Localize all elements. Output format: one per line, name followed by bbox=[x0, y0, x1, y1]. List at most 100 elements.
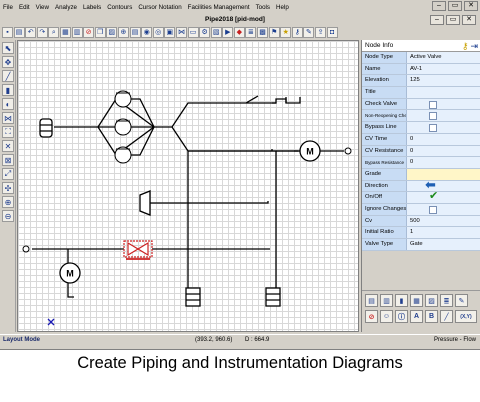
print-icon[interactable]: ▥ bbox=[71, 26, 83, 38]
valve-icon[interactable]: ⋈ bbox=[175, 26, 187, 38]
valve-tool-icon[interactable]: ⋈ bbox=[2, 112, 14, 124]
bar-chart-icon[interactable]: ▥ bbox=[380, 294, 393, 307]
menu-file[interactable]: File bbox=[0, 4, 16, 11]
node-info-value[interactable]: 500 bbox=[407, 215, 480, 227]
pump-tool-icon[interactable]: ◐ bbox=[2, 98, 14, 110]
open-icon[interactable]: ▤ bbox=[13, 26, 25, 38]
drawing-canvas[interactable]: M M bbox=[17, 40, 359, 332]
map-icon[interactable]: ▩ bbox=[257, 26, 269, 38]
zoom-icon[interactable]: ⊕ bbox=[117, 26, 129, 38]
image-icon[interactable]: ▨ bbox=[425, 294, 438, 307]
node-info-value[interactable]: ⬅ bbox=[407, 178, 480, 192]
node-info-value[interactable]: Gate bbox=[407, 239, 480, 250]
find-icon[interactable]: ⌕ bbox=[48, 26, 60, 38]
outer-minimize-button[interactable]: – bbox=[432, 1, 446, 11]
label-icon[interactable]: ▭ bbox=[187, 26, 199, 38]
node-info-value[interactable]: 0 bbox=[407, 133, 480, 145]
checkbox[interactable] bbox=[429, 112, 437, 121]
note-icon[interactable]: ✎ bbox=[455, 294, 468, 307]
left-arrow-icon[interactable]: ⬅ bbox=[425, 178, 436, 191]
undo-icon[interactable]: ↶ bbox=[25, 26, 37, 38]
chart-icon[interactable]: ▨ bbox=[106, 26, 118, 38]
menu-contours[interactable]: Contours bbox=[104, 4, 135, 11]
stop-icon[interactable]: ⊘ bbox=[365, 310, 378, 323]
node-info-value[interactable] bbox=[407, 110, 480, 122]
outer-restore-button[interactable]: ▭ bbox=[448, 1, 462, 11]
chart-icon[interactable]: ▤ bbox=[365, 294, 378, 307]
node-info-value[interactable] bbox=[407, 98, 480, 110]
text-b-button[interactable]: B bbox=[425, 310, 438, 323]
menu-help[interactable]: Help bbox=[273, 4, 292, 11]
node-info-value[interactable]: Active Valve bbox=[407, 52, 480, 63]
pan-icon[interactable]: ✣ bbox=[2, 182, 14, 194]
color-icon[interactable]: ◆ bbox=[233, 26, 245, 38]
key-icon[interactable]: ⚷ bbox=[462, 40, 469, 52]
camera-icon[interactable]: ◘ bbox=[326, 26, 338, 38]
box-select-icon[interactable]: ⛶ bbox=[2, 126, 14, 138]
key-icon[interactable]: ⚷ bbox=[291, 26, 303, 38]
minimize-button[interactable]: – bbox=[430, 15, 444, 25]
checkmark-icon[interactable]: ✔ bbox=[429, 191, 438, 202]
text-icon[interactable]: ≣ bbox=[440, 294, 453, 307]
text-a-button[interactable]: A bbox=[410, 310, 423, 323]
node-info-value[interactable]: 0 bbox=[407, 157, 480, 168]
cross-select-icon[interactable]: ⊠ bbox=[2, 154, 14, 166]
trash-icon[interactable]: ▮ bbox=[395, 294, 408, 307]
table-icon[interactable]: ▤ bbox=[129, 26, 141, 38]
flag-icon[interactable]: ⚑ bbox=[268, 26, 280, 38]
pipe-tool-icon[interactable]: ╱ bbox=[2, 70, 14, 82]
vessel bbox=[39, 118, 53, 138]
select-tool-icon[interactable]: ⬉ bbox=[2, 42, 14, 54]
node-info-value[interactable]: 0 bbox=[407, 145, 480, 157]
zoom-in-icon[interactable]: ⊕ bbox=[2, 196, 14, 208]
close-button[interactable]: ✕ bbox=[462, 15, 476, 25]
node-info-value[interactable]: 125 bbox=[407, 75, 480, 87]
copy-icon[interactable]: ❐ bbox=[94, 26, 106, 38]
menu-view[interactable]: View bbox=[33, 4, 52, 11]
settings-icon[interactable]: ⚙ bbox=[199, 26, 211, 38]
tank-icon[interactable]: ▣ bbox=[164, 26, 176, 38]
menu-analyze[interactable]: Analyze bbox=[52, 4, 80, 11]
node-info-value[interactable]: AV-1 bbox=[407, 63, 480, 75]
pin-icon[interactable]: ⇥ bbox=[470, 40, 478, 52]
move-tool-icon[interactable]: ✥ bbox=[2, 56, 14, 68]
layers-icon[interactable]: ≣ bbox=[245, 26, 257, 38]
menu-edit[interactable]: Edit bbox=[16, 4, 33, 11]
play-icon[interactable]: ▶ bbox=[222, 26, 234, 38]
stop-icon[interactable]: ⊘ bbox=[83, 26, 95, 38]
pump-icon[interactable]: ◎ bbox=[152, 26, 164, 38]
restore-button[interactable]: ▭ bbox=[446, 15, 460, 25]
xy-button[interactable]: (X,Y) bbox=[455, 310, 477, 323]
node-info-value[interactable] bbox=[407, 203, 480, 215]
menu-facilities-management[interactable]: Facilities Management bbox=[185, 4, 253, 11]
grid-icon[interactable]: ▦ bbox=[59, 26, 71, 38]
report-icon[interactable]: ▧ bbox=[210, 26, 222, 38]
node-info-label: CV Resistance bbox=[362, 145, 407, 157]
node-info-value[interactable] bbox=[407, 87, 480, 98]
zoom-out-icon[interactable]: ⊖ bbox=[2, 210, 14, 222]
expand-icon[interactable]: ⤢ bbox=[2, 168, 14, 180]
pen-icon[interactable]: ✎ bbox=[303, 26, 315, 38]
node-tool-icon[interactable]: ▮ bbox=[2, 84, 14, 96]
node-info-value[interactable]: 1 bbox=[407, 227, 480, 238]
node-icon[interactable]: ◉ bbox=[141, 26, 153, 38]
export-icon[interactable]: ⇪ bbox=[315, 26, 327, 38]
menu-tools[interactable]: Tools bbox=[253, 4, 273, 11]
node-info-value[interactable] bbox=[407, 168, 480, 180]
user-icon[interactable]: ☺ bbox=[380, 310, 393, 323]
redo-icon[interactable]: ↷ bbox=[36, 26, 48, 38]
checkbox[interactable] bbox=[429, 205, 437, 214]
calc-icon[interactable]: ▦ bbox=[410, 294, 423, 307]
menu-cursor-notation[interactable]: Cursor Notation bbox=[135, 4, 184, 11]
menu-labels[interactable]: Labels bbox=[80, 4, 104, 11]
node-info-value[interactable]: ✔ bbox=[407, 191, 480, 203]
star-icon[interactable]: ★ bbox=[280, 26, 292, 38]
cross-tool-icon[interactable]: ✕ bbox=[2, 140, 14, 152]
save-icon[interactable]: ▪ bbox=[2, 26, 13, 38]
outer-close-button[interactable]: ✕ bbox=[464, 1, 478, 11]
info-icon[interactable]: ⓘ bbox=[395, 310, 408, 323]
checkbox[interactable] bbox=[429, 100, 437, 109]
node-info-value[interactable] bbox=[407, 122, 480, 133]
checkbox[interactable] bbox=[429, 124, 437, 133]
line-icon[interactable]: ╱ bbox=[440, 310, 453, 323]
